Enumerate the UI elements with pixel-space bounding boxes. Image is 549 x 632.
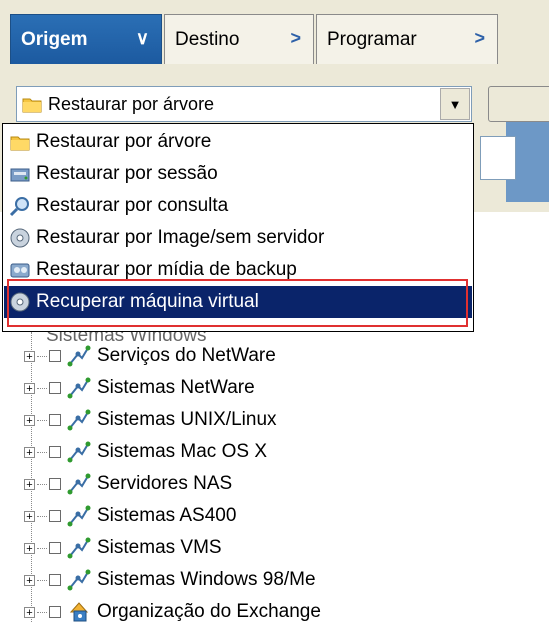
expand-icon[interactable]: + bbox=[24, 510, 35, 522]
checkbox[interactable] bbox=[49, 446, 61, 458]
tree-item-label: Sistemas Mac OS X bbox=[97, 441, 267, 462]
checkbox[interactable] bbox=[49, 510, 61, 522]
checkbox[interactable] bbox=[49, 478, 61, 490]
option-restaurar-arvore[interactable]: Restaurar por árvore bbox=[4, 126, 472, 158]
expand-icon[interactable]: + bbox=[24, 382, 35, 394]
network-icon bbox=[67, 441, 91, 463]
tree-item-label: Sistemas VMS bbox=[97, 537, 222, 558]
network-icon bbox=[67, 569, 91, 591]
option-label: Restaurar por árvore bbox=[36, 131, 212, 152]
tree-item[interactable]: + Sistemas Mac OS X bbox=[24, 436, 267, 468]
expand-icon[interactable]: + bbox=[24, 414, 35, 426]
folder-icon bbox=[10, 136, 30, 151]
network-icon bbox=[67, 377, 91, 399]
tab-label: Programar bbox=[327, 28, 417, 50]
option-label: Restaurar por consulta bbox=[36, 195, 229, 216]
tree-item-label: Sistemas UNIX/Linux bbox=[97, 409, 277, 430]
chevron-down-icon: ▼ bbox=[448, 96, 462, 112]
checkbox[interactable] bbox=[49, 542, 61, 554]
option-label: Restaurar por sessão bbox=[36, 163, 218, 184]
disk-image-icon bbox=[10, 228, 30, 248]
tree-item[interactable]: + Servidores NAS bbox=[24, 468, 232, 500]
chevron-right-icon: > bbox=[290, 28, 301, 48]
expand-icon[interactable]: + bbox=[24, 446, 35, 458]
tree-item[interactable]: + Serviços do NetWare bbox=[24, 340, 276, 372]
tree-item[interactable]: + Sistemas VMS bbox=[24, 532, 222, 564]
tree-item[interactable]: + Sistemas UNIX/Linux bbox=[24, 404, 277, 436]
network-icon bbox=[67, 473, 91, 495]
tab-label: Origem bbox=[21, 28, 88, 50]
network-icon bbox=[67, 505, 91, 527]
selected-value: Restaurar por árvore bbox=[48, 93, 215, 114]
tab-destino[interactable]: Destino > bbox=[164, 14, 314, 64]
tab-bar: Origem ∨ Destino > Programar > bbox=[0, 0, 549, 72]
checkbox[interactable] bbox=[49, 382, 61, 394]
exchange-icon bbox=[69, 602, 89, 622]
tree-item[interactable]: + Sistemas NetWare bbox=[24, 372, 255, 404]
network-icon bbox=[67, 345, 91, 367]
media-icon bbox=[10, 263, 30, 278]
checkbox[interactable] bbox=[49, 606, 61, 618]
checkbox[interactable] bbox=[49, 414, 61, 426]
chevron-down-icon: ∨ bbox=[135, 28, 149, 48]
option-restaurar-sessao[interactable]: Restaurar por sessão bbox=[4, 158, 472, 190]
tree-item-label: Serviços do NetWare bbox=[97, 345, 276, 366]
side-input[interactable] bbox=[480, 136, 516, 180]
tree-item[interactable]: + Sistemas AS400 bbox=[24, 500, 236, 532]
highlight-box bbox=[7, 279, 468, 327]
tree-item-label: Sistemas NetWare bbox=[97, 377, 255, 398]
dropdown-arrow-button[interactable]: ▼ bbox=[440, 88, 470, 120]
expand-icon[interactable]: + bbox=[24, 574, 35, 586]
tree-item[interactable]: + Sistemas Windows 98/Me bbox=[24, 564, 316, 596]
option-restaurar-consulta[interactable]: Restaurar por consulta bbox=[4, 190, 472, 222]
tree-item-label: Servidores NAS bbox=[97, 473, 233, 494]
expand-icon[interactable]: + bbox=[24, 350, 35, 362]
side-button[interactable] bbox=[488, 86, 549, 122]
option-restaurar-image[interactable]: Restaurar por Image/sem servidor bbox=[4, 222, 472, 254]
search-icon bbox=[9, 197, 29, 217]
checkbox[interactable] bbox=[49, 574, 61, 586]
folder-icon bbox=[22, 98, 42, 113]
expand-icon[interactable]: + bbox=[24, 542, 35, 554]
tape-drive-icon bbox=[10, 168, 30, 182]
tab-label: Destino bbox=[175, 28, 240, 50]
option-label: Restaurar por Image/sem servidor bbox=[36, 227, 325, 248]
tree-item-label: Sistemas AS400 bbox=[97, 505, 237, 526]
restore-method-select[interactable]: Restaurar por árvore ▼ bbox=[16, 86, 472, 122]
tree-item-label: Organização do Exchange bbox=[97, 601, 321, 622]
tab-origem[interactable]: Origem ∨ bbox=[10, 14, 162, 64]
network-icon bbox=[67, 537, 91, 559]
network-icon bbox=[67, 409, 91, 431]
tree-item-label: Sistemas Windows 98/Me bbox=[97, 569, 316, 590]
checkbox[interactable] bbox=[49, 350, 61, 362]
option-label: Restaurar por mídia de backup bbox=[36, 259, 297, 280]
expand-icon[interactable]: + bbox=[24, 478, 35, 490]
chevron-right-icon: > bbox=[474, 28, 485, 48]
tab-programar[interactable]: Programar > bbox=[316, 14, 498, 64]
expand-icon[interactable]: + bbox=[24, 606, 35, 618]
tree-item[interactable]: + Organização do Exchange bbox=[24, 596, 321, 628]
